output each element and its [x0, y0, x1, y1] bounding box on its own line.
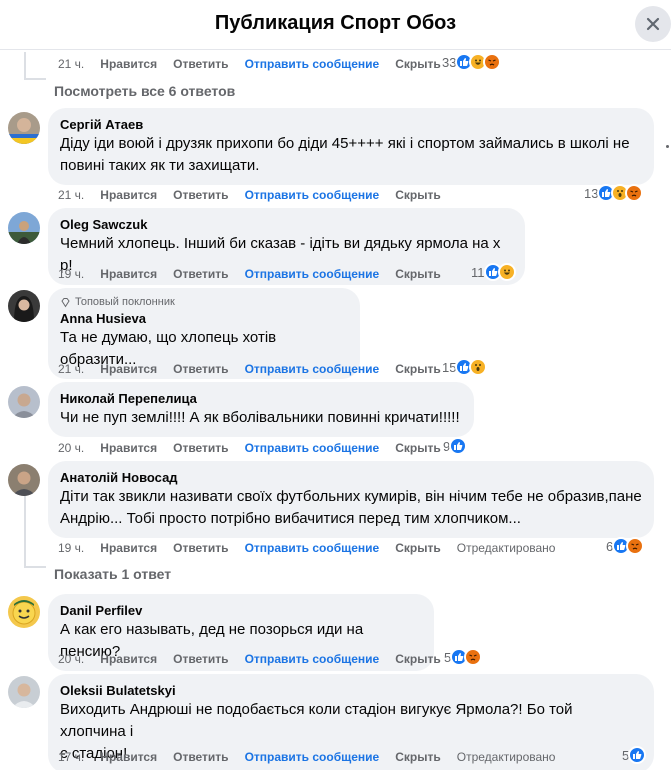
- reply-button[interactable]: Ответить: [173, 361, 228, 377]
- comment-time[interactable]: 17 ч.: [58, 749, 84, 765]
- comment-author[interactable]: Anna Husieva: [60, 310, 348, 327]
- reaction-summary[interactable]: 6: [606, 537, 645, 555]
- hide-button[interactable]: Скрыть: [395, 749, 441, 765]
- comment-author[interactable]: Oleg Sawczuk: [60, 216, 513, 233]
- reaction-summary[interactable]: 9: [443, 437, 468, 455]
- thread-line: [24, 490, 26, 568]
- comment-actions: 21 ч. Нравится Ответить Отправить сообще…: [58, 187, 457, 203]
- comment-author[interactable]: Сергій Атаев: [60, 116, 642, 133]
- reaction-summary[interactable]: 13: [584, 184, 644, 202]
- hide-button[interactable]: Скрыть: [395, 361, 441, 377]
- reaction-summary[interactable]: 5: [622, 746, 647, 764]
- comment-author[interactable]: Oleksii Bulatetskyi: [60, 682, 642, 699]
- reaction-summary[interactable]: 33: [442, 53, 502, 71]
- edited-label: Отредактировано: [456, 541, 556, 555]
- reply-button[interactable]: Ответить: [173, 266, 228, 282]
- reaction-summary[interactable]: 15: [442, 358, 488, 376]
- comment-actions: 21 ч. Нравится Ответить Отправить сообще…: [58, 56, 457, 72]
- show-replies-link[interactable]: Показать 1 ответ: [54, 566, 171, 582]
- reply-button[interactable]: Ответить: [173, 440, 228, 456]
- comment-time[interactable]: 19 ч.: [58, 540, 84, 556]
- avatar[interactable]: [8, 212, 40, 244]
- comment-actions: 19 ч. Нравится Ответить Отправить сообще…: [58, 540, 571, 556]
- haha-reaction-icon: [497, 263, 516, 281]
- comment-bubble: Сергій Атаев Діду іди воюй і друзяк прих…: [48, 108, 654, 185]
- thread-line: [24, 566, 46, 568]
- send-message-button[interactable]: Отправить сообщение: [245, 651, 380, 667]
- send-message-button[interactable]: Отправить сообщение: [245, 540, 380, 556]
- dialog-header: Публикация Спорт Обоз: [0, 0, 671, 50]
- avatar[interactable]: [8, 464, 40, 496]
- comment-author[interactable]: Danil Perfilev: [60, 602, 422, 619]
- comment-time[interactable]: 20 ч.: [58, 440, 84, 456]
- comment-actions: 17 ч. Нравится Ответить Отправить сообще…: [58, 749, 571, 765]
- like-button[interactable]: Нравится: [100, 540, 157, 556]
- send-message-button[interactable]: Отправить сообщение: [245, 56, 380, 72]
- comment-text: Діду іди воюй і друзяк прихопи бо діди 4…: [60, 135, 630, 174]
- angry-reaction-icon: [483, 53, 502, 71]
- comment-actions: 20 ч. Нравится Ответить Отправить сообще…: [58, 440, 457, 456]
- comment-actions: 19 ч. Нравится Ответить Отправить сообще…: [58, 266, 457, 282]
- reply-button[interactable]: Ответить: [173, 187, 228, 203]
- angry-reaction-icon: [464, 648, 483, 666]
- hide-button[interactable]: Скрыть: [395, 440, 441, 456]
- comment-time[interactable]: 19 ч.: [58, 266, 84, 282]
- comment-time[interactable]: 21 ч.: [58, 187, 84, 203]
- send-message-button[interactable]: Отправить сообщение: [245, 749, 380, 765]
- reaction-summary[interactable]: 11: [471, 263, 516, 281]
- comment-time[interactable]: 21 ч.: [58, 56, 84, 72]
- like-reaction-icon: [628, 746, 647, 764]
- avatar[interactable]: [8, 386, 40, 418]
- avatar[interactable]: [8, 290, 40, 322]
- comment-actions: 20 ч. Нравится Ответить Отправить сообще…: [58, 651, 457, 667]
- comment-bubble: Николай Перепелица Чи не пуп землі!!!! А…: [48, 382, 474, 437]
- comment-author[interactable]: Николай Перепелица: [60, 390, 462, 407]
- like-button[interactable]: Нравится: [100, 266, 157, 282]
- like-reaction-icon: [449, 437, 468, 455]
- view-all-replies-link[interactable]: Посмотреть все 6 ответов: [54, 83, 235, 99]
- thread-line: [24, 78, 46, 80]
- send-message-button[interactable]: Отправить сообщение: [245, 361, 380, 377]
- top-fan-badge: Топовый поклонник: [60, 296, 348, 308]
- like-button[interactable]: Нравится: [100, 749, 157, 765]
- like-button[interactable]: Нравится: [100, 187, 157, 203]
- reply-button[interactable]: Ответить: [173, 56, 228, 72]
- edited-label: Отредактировано: [456, 750, 556, 764]
- close-icon: [646, 17, 660, 31]
- thread-line: [24, 52, 26, 80]
- like-button[interactable]: Нравится: [100, 361, 157, 377]
- hide-button[interactable]: Скрыть: [395, 56, 441, 72]
- like-button[interactable]: Нравится: [100, 651, 157, 667]
- comment-actions: 21 ч. Нравится Ответить Отправить сообще…: [58, 361, 457, 377]
- comment-text: Діти так звикли називати своїх футбольни…: [60, 488, 642, 527]
- scrollbar-indicator[interactable]: [666, 145, 669, 148]
- comment-text: Чи не пуп землі!!!! А як вболівальники п…: [60, 409, 460, 426]
- reply-button[interactable]: Ответить: [173, 540, 228, 556]
- comment-time[interactable]: 21 ч.: [58, 361, 84, 377]
- avatar[interactable]: [8, 596, 40, 628]
- hide-button[interactable]: Скрыть: [395, 651, 441, 667]
- like-button[interactable]: Нравится: [100, 56, 157, 72]
- hide-button[interactable]: Скрыть: [395, 187, 441, 203]
- avatar[interactable]: [8, 676, 40, 708]
- send-message-button[interactable]: Отправить сообщение: [245, 266, 380, 282]
- like-button[interactable]: Нравится: [100, 440, 157, 456]
- reply-button[interactable]: Ответить: [173, 749, 228, 765]
- wow-reaction-icon: [469, 358, 488, 376]
- reply-button[interactable]: Ответить: [173, 651, 228, 667]
- angry-reaction-icon: [625, 184, 644, 202]
- reaction-summary[interactable]: 5: [444, 648, 483, 666]
- comment-bubble: Анатолій Новосад Діти так звикли називат…: [48, 461, 654, 538]
- close-button[interactable]: [635, 6, 671, 42]
- diamond-icon: [61, 297, 70, 307]
- send-message-button[interactable]: Отправить сообщение: [245, 440, 380, 456]
- send-message-button[interactable]: Отправить сообщение: [245, 187, 380, 203]
- comment-time[interactable]: 20 ч.: [58, 651, 84, 667]
- hide-button[interactable]: Скрыть: [395, 540, 441, 556]
- hide-button[interactable]: Скрыть: [395, 266, 441, 282]
- dialog-title: Публикация Спорт Обоз: [214, 12, 457, 34]
- angry-reaction-icon: [626, 537, 645, 555]
- avatar[interactable]: [8, 112, 40, 144]
- comment-author[interactable]: Анатолій Новосад: [60, 469, 642, 486]
